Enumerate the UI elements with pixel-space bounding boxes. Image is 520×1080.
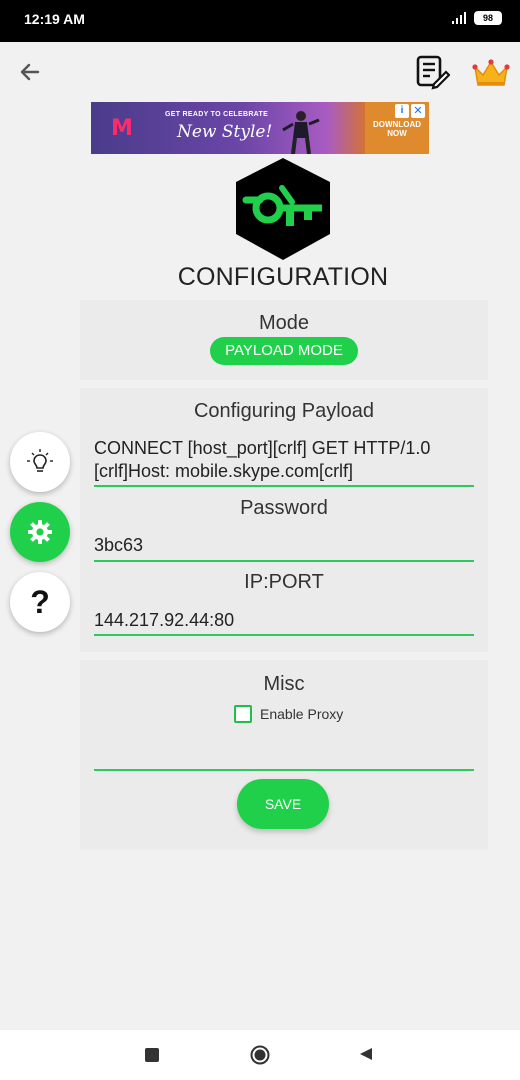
home-button[interactable] — [250, 1045, 270, 1065]
notes-button[interactable] — [414, 54, 451, 90]
misc-card: Misc Enable Proxy SAVE — [80, 660, 488, 850]
ad-headline: GET READY TO CELEBRATE — [165, 111, 269, 118]
nav-back-button[interactable] — [358, 1046, 374, 1062]
back-button[interactable] — [14, 56, 46, 88]
help-button[interactable]: ? — [10, 572, 70, 632]
password-underline — [94, 560, 474, 562]
top-bar — [0, 42, 520, 100]
battery-level: 98 — [482, 13, 493, 23]
premium-button[interactable] — [472, 58, 510, 88]
mode-card: Mode PAYLOAD MODE — [80, 300, 488, 380]
ad-banner[interactable]: M GET READY TO CELEBRATE New Style! DOWN… — [91, 102, 429, 154]
tips-button[interactable] — [10, 432, 70, 492]
battery-icon: 98 — [474, 11, 502, 25]
misc-underline — [94, 769, 474, 771]
question-icon: ? — [30, 584, 50, 620]
gear-icon — [28, 520, 52, 544]
recents-button[interactable] — [145, 1048, 159, 1062]
status-bar: 12:19 AM 98 — [0, 0, 520, 42]
mode-selector-button[interactable]: PAYLOAD MODE — [210, 337, 358, 365]
ad-tagline: New Style! — [177, 122, 273, 142]
navigation-bar — [0, 1030, 520, 1080]
ip-port-underline — [94, 634, 474, 636]
payload-line-1: CONNECT [host_port][crlf] GET HTTP/1.0 — [94, 438, 431, 458]
signal-icon — [452, 12, 466, 24]
save-button[interactable]: SAVE — [237, 779, 329, 829]
ad-model-image — [282, 111, 320, 154]
payload-line-2: [crlf]Host: mobile.skype.com[crlf] — [94, 461, 354, 481]
config-card: Configuring Payload CONNECT [host_port][… — [80, 388, 488, 652]
ip-port-input[interactable]: 144.217.92.44:80 — [94, 609, 234, 632]
ip-port-heading: IP:PORT — [244, 571, 324, 593]
status-time: 12:19 AM — [24, 11, 85, 27]
ad-brand-logo: M — [111, 116, 133, 141]
enable-proxy-label[interactable]: Enable Proxy — [260, 706, 343, 722]
mode-heading: Mode — [258, 312, 310, 334]
misc-heading: Misc — [263, 673, 305, 695]
password-heading: Password — [240, 497, 328, 519]
notes-edit-icon — [416, 55, 451, 90]
payload-heading: Configuring Payload — [193, 400, 375, 422]
payload-input[interactable]: CONNECT [host_port][crlf] GET HTTP/1.0 [… — [94, 437, 430, 483]
crown-icon — [472, 59, 510, 86]
page-title: CONFIGURATION — [177, 263, 389, 291]
enable-proxy-checkbox[interactable] — [234, 705, 252, 723]
ad-close-icon[interactable]: ✕ — [411, 104, 425, 118]
lightbulb-icon — [27, 449, 53, 472]
app-logo — [236, 158, 330, 260]
ad-info-icon[interactable]: i — [395, 104, 409, 118]
ad-cta-line1: DOWNLOAD — [373, 120, 421, 129]
settings-button[interactable] — [10, 502, 70, 562]
back-arrow-icon — [20, 63, 40, 81]
payload-underline — [94, 485, 474, 487]
password-input[interactable]: 3bc63 — [94, 534, 143, 557]
ad-cta-line2: NOW — [387, 129, 407, 138]
